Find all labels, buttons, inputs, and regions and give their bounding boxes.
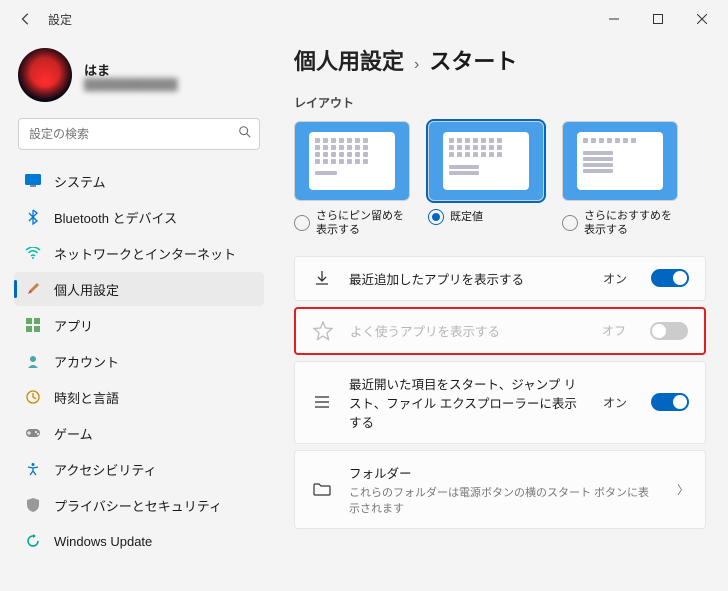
sidebar-item-update[interactable]: Windows Update	[14, 524, 264, 558]
display-icon	[24, 172, 42, 190]
sidebar-item-label: アプリ	[54, 316, 93, 335]
close-button[interactable]	[680, 3, 724, 35]
layout-label: さらにピン留めを表示する	[316, 209, 410, 238]
maximize-icon	[653, 14, 663, 24]
shield-icon	[24, 496, 42, 514]
toggle-switch	[650, 322, 688, 340]
sidebar-item-label: 時刻と言語	[54, 388, 119, 407]
toggle-switch[interactable]	[651, 393, 689, 411]
layout-more-pins[interactable]: さらにピン留めを表示する	[294, 121, 410, 238]
sidebar-item-label: システム	[54, 172, 106, 191]
layout-preview	[428, 121, 544, 201]
profile[interactable]: はま ████████████	[14, 42, 264, 116]
sidebar-item-personalization[interactable]: 個人用設定	[14, 272, 264, 306]
sidebar-item-label: Windows Update	[54, 534, 152, 549]
setting-most-used[interactable]: よく使うアプリを表示する オフ	[294, 307, 706, 355]
minimize-button[interactable]	[592, 3, 636, 35]
sidebar-item-bluetooth[interactable]: Bluetooth とデバイス	[14, 200, 264, 234]
sidebar-item-apps[interactable]: アプリ	[14, 308, 264, 342]
sidebar-item-label: プライバシーとセキュリティ	[54, 496, 222, 515]
breadcrumb: 個人用設定 › スタート	[294, 44, 706, 76]
setting-recently-added[interactable]: 最近追加したアプリを表示する オン	[294, 256, 706, 301]
layout-preview	[562, 121, 678, 201]
radio-icon	[562, 215, 578, 231]
wifi-icon	[24, 244, 42, 262]
avatar	[18, 48, 72, 102]
sidebar-item-time[interactable]: 時刻と言語	[14, 380, 264, 414]
sidebar-item-accounts[interactable]: アカウント	[14, 344, 264, 378]
window-title: 設定	[48, 11, 72, 28]
page-title: スタート	[429, 44, 517, 76]
sidebar-item-system[interactable]: システム	[14, 164, 264, 198]
maximize-button[interactable]	[636, 3, 680, 35]
setting-title: フォルダー	[349, 463, 655, 482]
radio-icon	[428, 209, 444, 225]
brush-icon	[24, 280, 42, 298]
gaming-icon	[24, 424, 42, 442]
search	[18, 118, 260, 150]
titlebar: 設定	[0, 0, 728, 38]
setting-recent-items[interactable]: 最近開いた項目をスタート、ジャンプ リスト、ファイル エクスプローラーに表示する…	[294, 361, 706, 444]
layout-label: さらにおすすめを表示する	[584, 209, 678, 238]
chevron-right-icon: 〉	[677, 481, 689, 498]
profile-meta: ████████████	[84, 79, 178, 91]
sidebar-item-gaming[interactable]: ゲーム	[14, 416, 264, 450]
toggle-state: オフ	[602, 322, 626, 339]
setting-title: よく使うアプリを表示する	[350, 321, 586, 340]
setting-title: 最近開いた項目をスタート、ジャンプ リスト、ファイル エクスプローラーに表示する	[349, 374, 587, 431]
arrow-left-icon	[19, 12, 33, 26]
layout-options: さらにピン留めを表示する	[294, 121, 706, 238]
main: 個人用設定 › スタート レイアウト	[272, 38, 728, 591]
minimize-icon	[609, 14, 619, 24]
sidebar-item-label: ネットワークとインターネット	[54, 244, 236, 263]
account-icon	[24, 352, 42, 370]
star-icon	[312, 321, 334, 341]
update-icon	[24, 532, 42, 550]
layout-more-recommend[interactable]: さらにおすすめを表示する	[562, 121, 678, 238]
layout-default[interactable]: 既定値	[428, 121, 544, 238]
toggle-state: オン	[603, 270, 627, 287]
clock-icon	[24, 388, 42, 406]
sidebar-item-network[interactable]: ネットワークとインターネット	[14, 236, 264, 270]
back-button[interactable]	[12, 5, 40, 33]
sidebar-item-label: アクセシビリティ	[54, 460, 157, 479]
radio-icon	[294, 215, 310, 231]
bluetooth-icon	[24, 208, 42, 226]
toggle-switch[interactable]	[651, 269, 689, 287]
sidebar-item-label: アカウント	[54, 352, 119, 371]
sidebar: はま ████████████ システム Bluetooth とデバイス	[0, 38, 272, 591]
sidebar-item-label: Bluetooth とデバイス	[54, 208, 177, 227]
close-icon	[697, 14, 707, 24]
sidebar-item-privacy[interactable]: プライバシーとセキュリティ	[14, 488, 264, 522]
apps-icon	[24, 316, 42, 334]
sidebar-item-label: 個人用設定	[54, 280, 119, 299]
search-input[interactable]	[18, 118, 260, 150]
setting-subtitle: これらのフォルダーは電源ボタンの横のスタート ボタンに表示されます	[349, 484, 655, 516]
setting-folders[interactable]: フォルダー これらのフォルダーは電源ボタンの横のスタート ボタンに表示されます …	[294, 450, 706, 529]
toggle-state: オン	[603, 394, 627, 411]
search-icon	[238, 125, 252, 142]
profile-name: はま	[84, 60, 178, 79]
folder-icon	[311, 482, 333, 496]
setting-title: 最近追加したアプリを表示する	[349, 269, 587, 288]
accessibility-icon	[24, 460, 42, 478]
breadcrumb-parent[interactable]: 個人用設定	[294, 44, 404, 76]
layout-preview	[294, 121, 410, 201]
nav: システム Bluetooth とデバイス ネットワークとインターネット 個人用設…	[14, 164, 264, 558]
section-layout-label: レイアウト	[294, 94, 706, 111]
list-icon	[311, 395, 333, 409]
sidebar-item-label: ゲーム	[54, 424, 93, 443]
layout-label: 既定値	[450, 210, 483, 224]
sidebar-item-accessibility[interactable]: アクセシビリティ	[14, 452, 264, 486]
chevron-right-icon: ›	[414, 56, 419, 74]
download-icon	[311, 269, 333, 287]
